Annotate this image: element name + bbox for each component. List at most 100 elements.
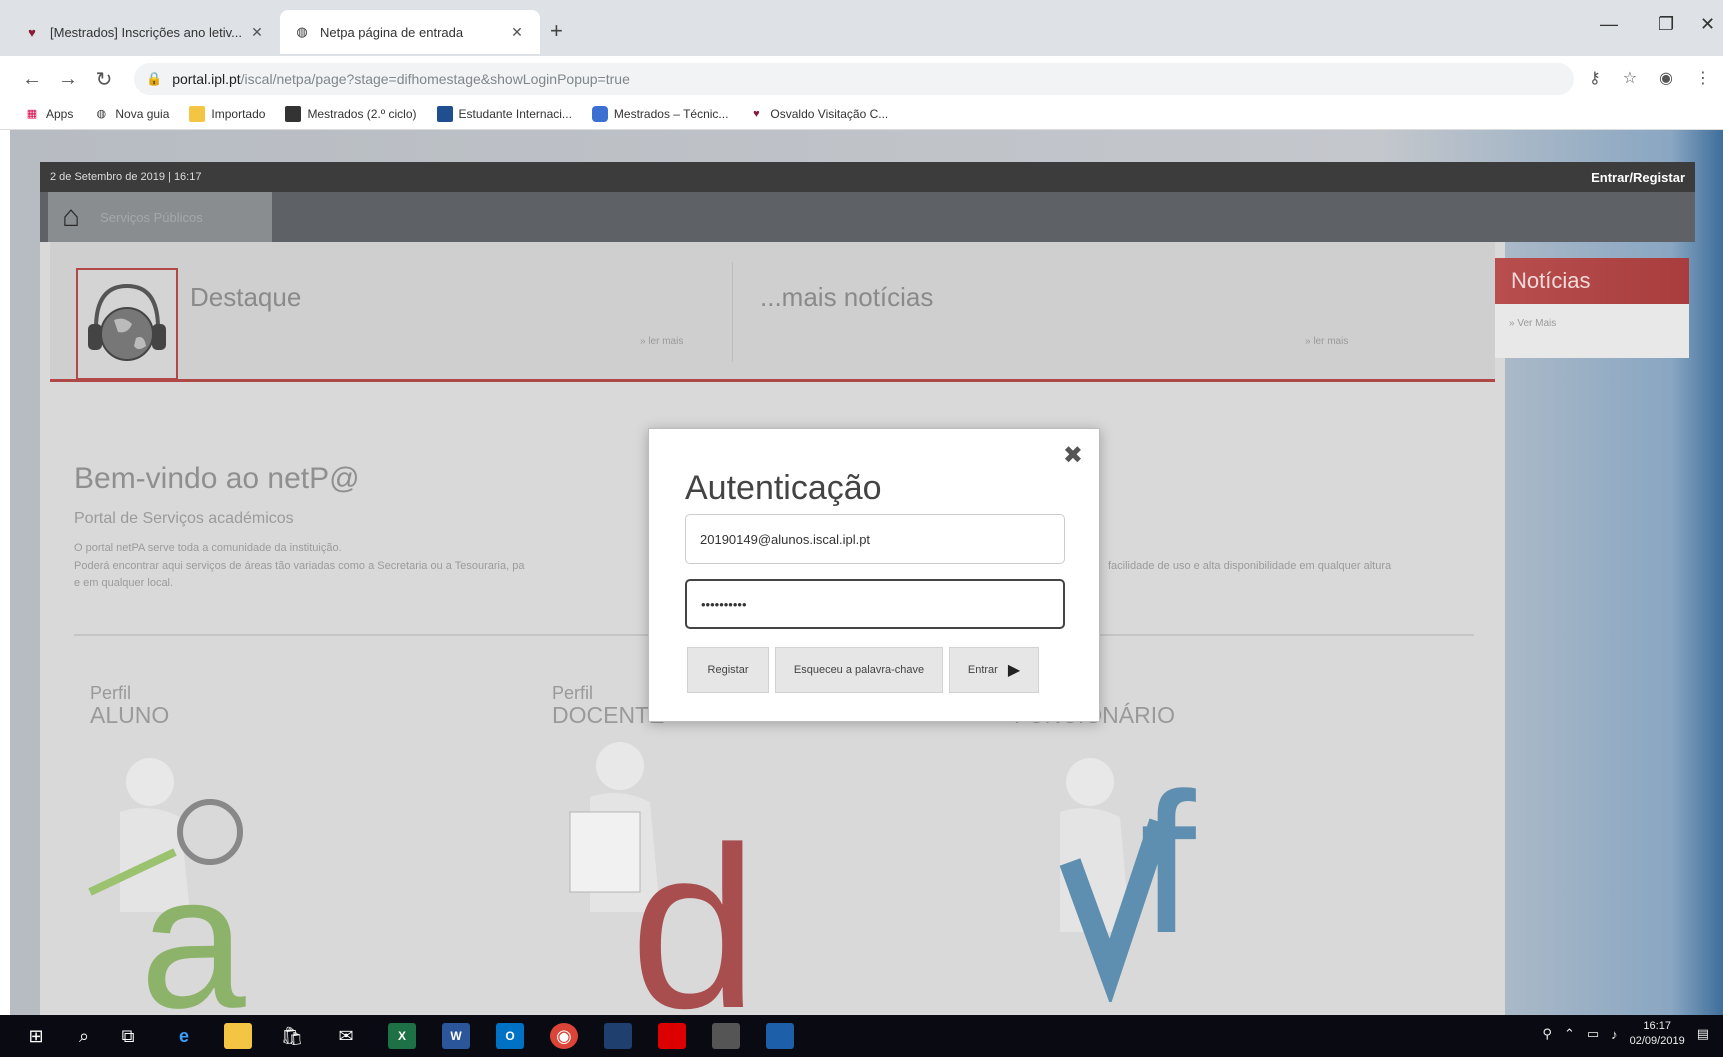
- forward-icon[interactable]: →: [50, 68, 86, 91]
- back-icon[interactable]: ←: [14, 68, 50, 91]
- menu-home-label: Serviços Públicos: [100, 209, 203, 225]
- lock-icon: 🔒: [146, 71, 163, 86]
- welcome-subtitle: Portal de Serviços académicos: [74, 510, 294, 527]
- welcome-paragraph-1: O portal netPA serve toda a comunidade d…: [74, 542, 342, 554]
- menu-icon[interactable]: ⋮: [1695, 68, 1711, 88]
- bookmark-osvaldo[interactable]: ♥ Osvaldo Visitação C...: [748, 106, 888, 122]
- people-icon[interactable]: ⚲: [1542, 1026, 1552, 1042]
- volume-icon[interactable]: ♪: [1611, 1027, 1618, 1042]
- maximize-icon[interactable]: ❐: [1658, 14, 1674, 35]
- url-field[interactable]: 🔒 portal.ipl.pt /iscal/netpa/page?stage=…: [134, 63, 1574, 95]
- menu-home-item[interactable]: ⌂ Serviços Públicos: [48, 192, 272, 242]
- site-top-strip: 2 de Setembro de 2019 | 16:17 Entrar/Reg…: [40, 162, 1695, 192]
- mail-icon[interactable]: ✉: [332, 1023, 360, 1049]
- profile-small-label: Perfil: [90, 683, 132, 703]
- register-button[interactable]: Registar: [687, 647, 769, 693]
- login-modal: ✖ Autenticação Registar Esqueceu a palav…: [648, 428, 1100, 722]
- key-icon[interactable]: ⚷: [1589, 68, 1601, 88]
- profile-letter: f: [1140, 752, 1196, 975]
- browser-tab-bar: ♥ [Mestrados] Inscrições ano letiv... ✕ …: [0, 0, 1723, 56]
- heart-icon: ♥: [753, 107, 760, 120]
- enter-button[interactable]: Entrar ▶: [949, 647, 1039, 693]
- word-icon[interactable]: W: [442, 1023, 470, 1049]
- date-line: 2 de Setembro de 2019 | 16:17: [50, 171, 202, 183]
- globe-icon: ◍: [96, 108, 107, 120]
- edge-icon[interactable]: e: [170, 1023, 198, 1049]
- clock-time: 16:17: [1643, 1020, 1671, 1032]
- password-field[interactable]: [685, 579, 1065, 629]
- windows-start-icon[interactable]: ⊞: [22, 1023, 50, 1049]
- welcome-p2-tail: facilidade de uso e alta disponibilidade…: [1108, 560, 1392, 572]
- tab-title: Netpa página de entrada: [320, 24, 464, 40]
- pdf-reader-icon[interactable]: [658, 1023, 686, 1049]
- image-icon: [436, 105, 453, 122]
- bookmark-apps[interactable]: ▦ Apps: [24, 106, 74, 122]
- network-icon[interactable]: ▭: [1587, 1026, 1599, 1042]
- bookmark-label: Estudante Internaci...: [458, 106, 572, 121]
- bookmark-label: Mestrados – Técnic...: [613, 106, 729, 121]
- forgot-password-label: Esqueceu a palavra-chave: [793, 664, 925, 676]
- notifications-icon[interactable]: ▤: [1697, 1026, 1709, 1042]
- store-icon[interactable]: 🛍: [278, 1023, 306, 1049]
- forgot-password-button[interactable]: Esqueceu a palavra-chave: [775, 647, 943, 693]
- site-menu-bar: ⌂ Serviços Públicos: [40, 192, 1695, 242]
- close-window-icon[interactable]: ✕: [1700, 14, 1715, 35]
- chrome-icon[interactable]: ◉: [550, 1023, 578, 1049]
- featured-section: Destaque » ler mais ...mais notícias » l…: [50, 242, 1495, 382]
- welcome-p2-start: Poderá encontrar aqui serviços de áreas …: [74, 560, 525, 572]
- bookmark-label: Mestrados (2.º ciclo): [307, 106, 417, 121]
- aluno-figure-icon: a: [88, 758, 246, 1012]
- bookmark-mestrados-tecnic[interactable]: Mestrados – Técnic...: [591, 105, 729, 122]
- more-news-read-more-link[interactable]: » ler mais: [1305, 336, 1348, 347]
- app-icon[interactable]: [712, 1023, 740, 1049]
- news-title: Notícias: [1495, 258, 1689, 304]
- bookmark-nova-guia[interactable]: ◍ Nova guia: [93, 106, 170, 122]
- news-see-more-link[interactable]: » Ver Mais: [1495, 304, 1689, 343]
- modal-title: Autenticação: [685, 469, 882, 507]
- search-icon[interactable]: ⌕: [70, 1023, 98, 1049]
- outlook-icon[interactable]: O: [496, 1023, 524, 1049]
- clock-date: 02/09/2019: [1629, 1035, 1685, 1047]
- profile-icon[interactable]: ◉: [1659, 68, 1673, 88]
- app-icon[interactable]: [604, 1023, 632, 1049]
- task-view-icon[interactable]: ⧉: [114, 1023, 142, 1049]
- profile-letter: d: [630, 799, 758, 1012]
- close-icon[interactable]: ✖: [1063, 441, 1083, 470]
- enter-label: Entrar: [967, 664, 998, 676]
- profile-big-label: ALUNO: [90, 702, 170, 728]
- destaque-read-more-link[interactable]: » ler mais: [640, 336, 683, 347]
- browser-tab-netpa[interactable]: ◍ Netpa página de entrada ✕: [280, 10, 540, 54]
- bookmark-estudante[interactable]: Estudante Internaci...: [436, 105, 572, 122]
- url-host: portal.ipl.pt: [172, 71, 241, 87]
- profile-aluno[interactable]: Perfil ALUNO: [90, 682, 170, 728]
- close-tab-icon[interactable]: ✕: [248, 24, 266, 41]
- apps-grid-icon: ▦: [26, 108, 38, 120]
- bookmark-mestrados[interactable]: Mestrados (2.º ciclo): [285, 105, 417, 122]
- play-arrow-icon: ▶: [1007, 662, 1021, 679]
- file-explorer-icon[interactable]: [224, 1023, 252, 1049]
- chevron-up-icon[interactable]: ⌃: [1564, 1026, 1575, 1042]
- bookmark-importado[interactable]: Importado: [189, 105, 265, 122]
- globe-headphones-icon: [76, 268, 178, 380]
- shield-icon: [591, 105, 608, 122]
- folder-icon: [189, 105, 206, 122]
- windows-taskbar: ⊞ ⌕ ⧉ e 🛍 ✉ X W O ◉ ⚲ ⌃ ▭ ♪ 16:17 02/09/…: [0, 1015, 1723, 1057]
- login-register-link[interactable]: Entrar/Registar: [1591, 170, 1685, 185]
- funcionario-figure-icon: f: [1059, 752, 1196, 1002]
- username-field[interactable]: [685, 514, 1065, 564]
- bookmark-label: Nova guia: [115, 106, 170, 121]
- shield-icon: ♥: [28, 24, 36, 40]
- address-bar-row: ← → ↻ 🔒 portal.ipl.pt /iscal/netpa/page?…: [0, 56, 1723, 102]
- clock[interactable]: 16:17 02/09/2019: [1630, 1019, 1685, 1049]
- new-tab-icon[interactable]: +: [550, 18, 563, 44]
- minimize-icon[interactable]: —: [1600, 14, 1618, 35]
- more-news-title: ...mais notícias: [760, 282, 934, 312]
- reload-icon[interactable]: ↻: [86, 67, 122, 92]
- divider: [732, 262, 733, 362]
- close-tab-icon[interactable]: ✕: [508, 24, 526, 41]
- star-icon[interactable]: ☆: [1623, 68, 1637, 88]
- app-icon[interactable]: [766, 1023, 794, 1049]
- browser-tab-mestrados[interactable]: ♥ [Mestrados] Inscrições ano letiv... ✕: [10, 10, 280, 54]
- globe-icon: ◍: [296, 24, 308, 39]
- excel-icon[interactable]: X: [388, 1023, 416, 1049]
